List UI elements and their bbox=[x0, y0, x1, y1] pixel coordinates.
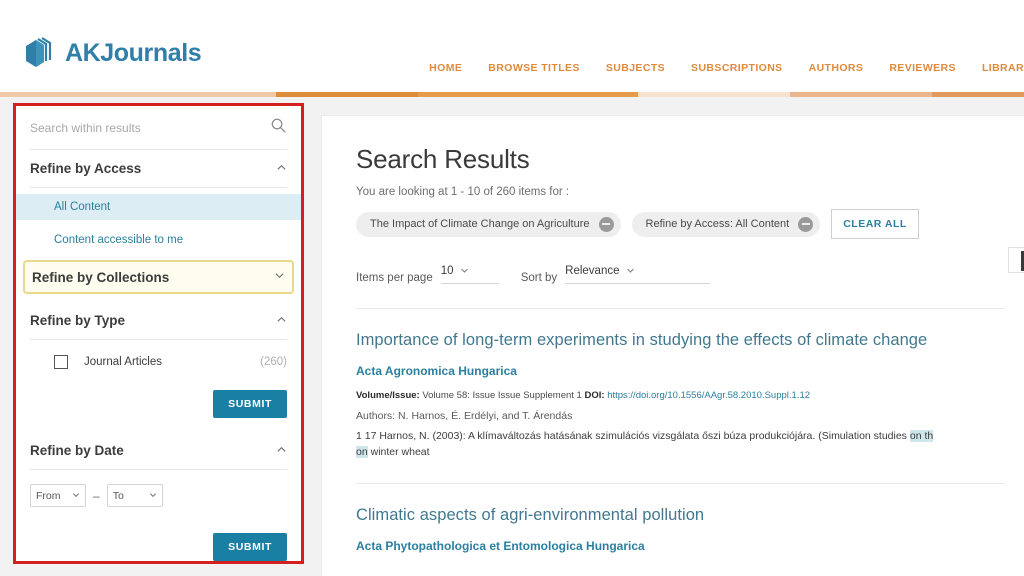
search-within-results[interactable] bbox=[30, 106, 287, 150]
chevron-down-icon bbox=[149, 490, 157, 502]
facet-row-journal-articles[interactable]: Journal Articles (260) bbox=[30, 340, 287, 384]
results-count-text: You are looking at 1 - 10 of 260 items f… bbox=[356, 186, 570, 198]
nav-item-home[interactable]: HOME bbox=[429, 62, 462, 74]
sort-by-value: Relevance bbox=[565, 265, 620, 277]
site-logo-text: AKJournals bbox=[65, 38, 202, 67]
right-edge-partial-button[interactable] bbox=[1008, 247, 1024, 273]
result-item: Climatic aspects of agri-environmental p… bbox=[356, 484, 1005, 553]
chevron-down-icon bbox=[626, 262, 635, 280]
site-logo[interactable]: AKJournals bbox=[22, 36, 202, 70]
nav-item-reviewers[interactable]: REVIEWERS bbox=[889, 62, 956, 74]
snippet-text-pre: 1 17 Harnos, N. (2003): A klímaváltozás … bbox=[356, 430, 910, 442]
snippet-highlight-2: on bbox=[356, 446, 368, 459]
date-range-separator: – bbox=[93, 488, 100, 503]
sort-by-select[interactable]: Relevance bbox=[565, 262, 711, 284]
chevron-down-icon bbox=[460, 262, 469, 280]
filter-chip-access[interactable]: Refine by Access: All Content bbox=[631, 211, 821, 237]
active-filter-chips: The Impact of Climate Change on Agricult… bbox=[356, 209, 1005, 239]
date-to-label: To bbox=[112, 489, 124, 502]
snippet-highlight-1: on th bbox=[909, 430, 934, 442]
date-submit-row: SUBMIT bbox=[30, 507, 287, 561]
snippet-text-post: winter wheat bbox=[367, 446, 430, 459]
results-controls: Items per page 10 Sort by Relevance bbox=[356, 262, 1005, 284]
chevron-down-icon bbox=[72, 490, 80, 502]
clear-all-button[interactable]: CLEAR ALL bbox=[831, 209, 919, 239]
journal-articles-label: Journal Articles bbox=[84, 356, 162, 368]
nav-item-authors[interactable]: AUTHORS bbox=[809, 62, 864, 74]
nav-item-subscriptions[interactable]: SUBSCRIPTIONS bbox=[691, 62, 783, 74]
volume-issue-label: Volume/Issue: bbox=[356, 390, 420, 401]
date-from-label: From bbox=[36, 489, 61, 502]
date-to-select[interactable]: To bbox=[106, 484, 163, 507]
result-item: Importance of long-term experiments in s… bbox=[356, 309, 1005, 484]
volume-issue-value: Volume 58: Issue Issue Supplement 1 bbox=[422, 390, 582, 401]
site-header: AKJournals HOME BROWSE TITLES SUBJECTS S… bbox=[0, 0, 1024, 92]
result-journal[interactable]: Acta Agronomica Hungarica bbox=[356, 364, 1005, 378]
result-title[interactable]: Importance of long-term experiments in s… bbox=[356, 331, 1005, 350]
facet-header-access[interactable]: Refine by Access bbox=[30, 150, 287, 188]
result-title[interactable]: Climatic aspects of agri-environmental p… bbox=[356, 506, 1005, 525]
filter-chip-label: The Impact of Climate Change on Agricult… bbox=[370, 218, 590, 230]
nav-item-subjects[interactable]: SUBJECTS bbox=[606, 62, 665, 74]
facet-header-collections[interactable]: Refine by Collections bbox=[23, 260, 294, 294]
items-per-page-group: Items per page 10 bbox=[356, 262, 499, 284]
doi-label: DOI: bbox=[584, 390, 605, 401]
nav-item-librarians[interactable]: LIBRAR bbox=[982, 62, 1024, 74]
journal-articles-count: (260) bbox=[260, 356, 287, 368]
chevron-up-icon bbox=[276, 160, 287, 178]
facet-option-label: Content accessible to me bbox=[54, 233, 184, 246]
facet-title-type: Refine by Type bbox=[30, 313, 126, 328]
facet-title-collections: Refine by Collections bbox=[32, 269, 170, 285]
remove-filter-icon[interactable] bbox=[798, 216, 814, 232]
journal-articles-checkbox[interactable] bbox=[54, 355, 68, 369]
facet-option-content-accessible[interactable]: Content accessible to me bbox=[30, 225, 287, 254]
facet-header-date[interactable]: Refine by Date bbox=[30, 432, 287, 470]
type-submit-row: SUBMIT bbox=[30, 384, 287, 432]
refine-sidebar: Refine by Access All Content Content acc… bbox=[13, 103, 304, 564]
result-journal[interactable]: Acta Phytopathologica et Entomologica Hu… bbox=[356, 539, 1005, 553]
facet-title-access: Refine by Access bbox=[30, 161, 142, 176]
result-snippet: 1 17 Harnos, N. (2003): A klímaváltozás … bbox=[356, 428, 1005, 461]
search-results-panel: Search Results You are looking at 1 - 10… bbox=[321, 115, 1024, 576]
sort-by-label: Sort by bbox=[520, 272, 558, 284]
items-per-page-value: 10 bbox=[440, 265, 454, 277]
filter-chip-label: Refine by Access: All Content bbox=[645, 218, 790, 230]
search-input[interactable] bbox=[30, 120, 270, 135]
sort-by-group: Sort by Relevance bbox=[520, 262, 711, 284]
date-from-select[interactable]: From bbox=[30, 484, 86, 507]
main-nav: HOME BROWSE TITLES SUBJECTS SUBSCRIPTION… bbox=[429, 62, 1024, 74]
search-icon[interactable] bbox=[270, 117, 287, 139]
date-submit-button[interactable]: SUBMIT bbox=[213, 533, 287, 561]
chevron-up-icon bbox=[276, 442, 287, 460]
filter-chip-query[interactable]: The Impact of Climate Change on Agricult… bbox=[356, 211, 621, 237]
remove-filter-icon[interactable] bbox=[598, 216, 614, 232]
chevron-down-icon bbox=[274, 268, 285, 286]
facet-header-type[interactable]: Refine by Type bbox=[30, 302, 287, 340]
date-range-row: From – To bbox=[30, 470, 287, 507]
page-root: AKJournals HOME BROWSE TITLES SUBJECTS S… bbox=[0, 0, 1024, 576]
facet-title-date: Refine by Date bbox=[30, 443, 124, 458]
nav-item-browse-titles[interactable]: BROWSE TITLES bbox=[488, 62, 580, 74]
facet-option-all-content[interactable]: All Content bbox=[16, 194, 301, 220]
type-submit-button[interactable]: SUBMIT bbox=[213, 390, 287, 418]
result-meta: Volume/Issue: Volume 58: Issue Issue Sup… bbox=[356, 390, 1005, 401]
page-title: Search Results bbox=[356, 144, 530, 174]
items-per-page-select[interactable]: 10 bbox=[440, 262, 499, 284]
chevron-up-icon bbox=[276, 312, 287, 330]
facet-option-label: All Content bbox=[54, 201, 111, 213]
items-per-page-label: Items per page bbox=[356, 272, 433, 284]
result-authors: Authors: N. Harnos, É. Erdélyi, and T. Á… bbox=[356, 410, 573, 422]
doi-link[interactable]: https://doi.org/10.1556/AAgr.58.2010.Sup… bbox=[607, 390, 810, 401]
book-stack-icon bbox=[22, 36, 56, 70]
